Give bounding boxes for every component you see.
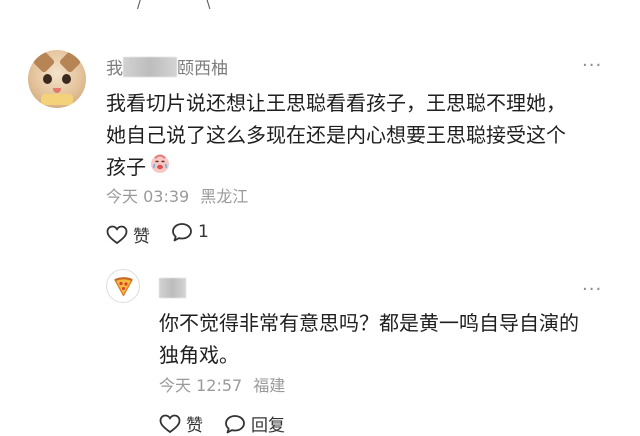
author-name-prefix: 我	[106, 59, 123, 79]
heart-icon	[106, 225, 128, 245]
comment-line: 孩子	[106, 155, 146, 179]
comment-line: 我看切片说还想让王思聪看看孩子，王思聪不理她，	[106, 91, 566, 115]
reply-author-name[interactable]	[159, 278, 186, 300]
comment-bubble-icon	[224, 414, 246, 434]
reply-label: 回复	[251, 416, 285, 436]
more-options-icon[interactable]: ···	[582, 57, 602, 75]
cropped-glyph: /	[137, 0, 142, 12]
cat-mouth	[53, 88, 61, 93]
cat-eye	[43, 74, 52, 84]
like-button[interactable]: 赞	[106, 222, 150, 247]
reply-count-button[interactable]: 1	[171, 222, 209, 242]
comment-line: 她自己说了这么多现在还是内心想要王思聪接受这个	[106, 123, 566, 147]
redacted-name-block	[123, 57, 177, 77]
reply-count: 1	[198, 222, 209, 242]
cat-paw	[41, 94, 73, 105]
reply-location: 福建	[253, 376, 286, 395]
reply-time: 今天 12:57	[159, 376, 243, 395]
reply-line: 你不觉得非常有意思吗？都是黄一鸣自导自演的	[159, 311, 579, 335]
comment-content: 我看切片说还想让王思聪看看孩子，王思聪不理她， 她自己说了这么多现在还是内心想要…	[106, 87, 606, 183]
like-label: 赞	[133, 227, 150, 247]
reply-content: 你不觉得非常有意思吗？都是黄一鸣自导自演的 独角戏。	[159, 307, 619, 371]
cat-ear	[58, 50, 82, 74]
pizza-icon	[113, 276, 134, 301]
like-label: 赞	[186, 416, 203, 436]
user-avatar[interactable]	[28, 50, 86, 108]
reply-button[interactable]: 回复	[224, 411, 285, 436]
comment-author-name[interactable]: 我 颐西柚	[106, 57, 228, 79]
reply-like-button[interactable]: 赞	[159, 411, 203, 436]
cropped-glyph: \	[206, 0, 211, 12]
more-options-icon[interactable]: ···	[582, 281, 602, 299]
cat-ear	[32, 50, 56, 74]
comment-meta: 今天 03:39 黑龙江	[106, 187, 248, 207]
redacted-name-block	[159, 278, 186, 298]
cat-eye	[62, 74, 71, 84]
comment-bubble-icon	[171, 222, 193, 242]
reply-user-avatar[interactable]	[106, 269, 140, 303]
reply-line: 独角戏。	[159, 343, 239, 367]
heart-icon	[159, 414, 181, 434]
author-name-suffix: 颐西柚	[177, 59, 228, 79]
comment-time: 今天 03:39	[106, 187, 190, 206]
cropped-top-strip: / \	[0, 0, 640, 18]
crying-emoji-icon	[149, 151, 171, 183]
comment-last-line: 孩子	[106, 151, 606, 183]
reply-meta: 今天 12:57 福建	[159, 376, 285, 396]
comment-location: 黑龙江	[200, 187, 249, 206]
